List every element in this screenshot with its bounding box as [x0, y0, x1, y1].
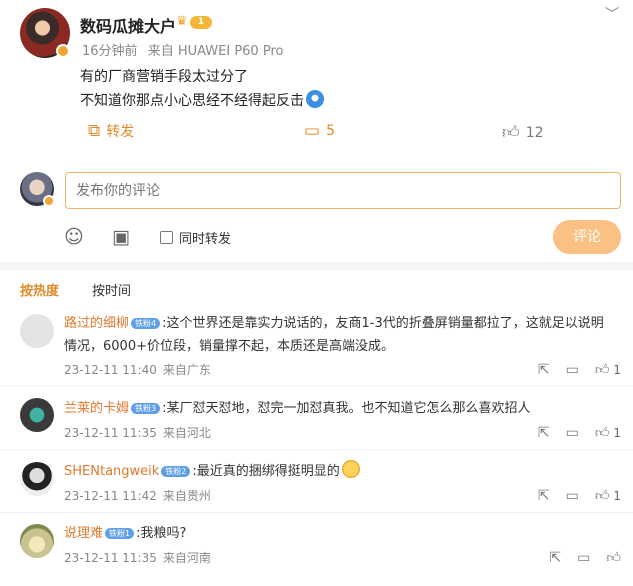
comment-like-count: 1: [613, 489, 621, 503]
comment-like-button[interactable]: 👍︎ 1: [595, 424, 621, 441]
thumbs-up-icon: 👍︎: [606, 550, 621, 566]
fan-tag: 铁粉3: [131, 403, 161, 414]
comment-time: 23-12-11 11:35: [64, 426, 157, 440]
comment-body: :某厂怼天怼地，怼完一加怼真我。也不知道它怎么那么喜欢招人: [162, 401, 531, 416]
commenter-name[interactable]: 说理难: [64, 526, 103, 541]
divider: [0, 449, 633, 450]
comment-meta: 23-12-11 11:40 来自广东: [64, 361, 217, 378]
repost-button[interactable]: ⧉ 转发: [88, 121, 134, 141]
reply-icon[interactable]: ▭: [577, 550, 590, 566]
post-text-line-1: 有的厂商营销手段太过分了: [80, 69, 248, 85]
author-name[interactable]: 数码瓜摊大户: [80, 13, 176, 37]
share-icon[interactable]: ⇱: [538, 488, 550, 504]
verified-badge-icon: [56, 44, 70, 58]
comment-text: 兰莱的卡姆 铁粉3:某厂怼天怼地，怼完一加怼真我。也不知道它怎么那么喜欢招人: [64, 397, 624, 420]
comment-meta: 23-12-11 11:35 来自河南: [64, 549, 217, 566]
verified-badge-icon: [43, 195, 55, 207]
comment-time: 23-12-11 11:40: [64, 363, 157, 377]
comment-like-button[interactable]: 👍︎: [606, 549, 621, 566]
sort-by-hot-tab[interactable]: 按热度: [20, 280, 59, 299]
emoji-icon: [341, 460, 360, 478]
post-time[interactable]: 16分钟前: [82, 44, 138, 59]
also-repost-checkbox[interactable]: 同时转发: [160, 228, 231, 247]
commenter-avatar[interactable]: [20, 524, 54, 558]
comment-body: :最近真的捆绑得挺明显的: [192, 464, 340, 479]
comment-time: 23-12-11 11:35: [64, 551, 157, 565]
sort-by-time-tab[interactable]: 按时间: [92, 280, 131, 299]
image-upload-icon[interactable]: ▣: [112, 226, 130, 248]
comment-body: :我粮吗?: [136, 526, 187, 541]
also-repost-label: 同时转发: [179, 232, 232, 247]
comment-meta: 23-12-11 11:42 来自贵州: [64, 487, 217, 504]
comment-like-button[interactable]: 👍︎ 1: [595, 487, 621, 504]
comment-location: 来自广东: [162, 363, 211, 377]
repost-label: 转发: [106, 124, 135, 140]
commenter-name[interactable]: 路过的细柳: [64, 316, 129, 331]
repost-icon: ⧉: [88, 121, 101, 141]
comment-text-cont: 情况，6000+价位段，销量撑不起，本质还是高端没成。: [64, 339, 394, 354]
emoji-icon: [306, 90, 324, 108]
commenter-avatar[interactable]: [20, 462, 54, 496]
share-icon[interactable]: ⇱: [538, 362, 550, 378]
comment-like-count: 1: [613, 363, 621, 377]
fan-tag: 铁粉4: [131, 318, 161, 329]
share-icon[interactable]: ⇱: [549, 550, 561, 566]
emoji-picker-icon[interactable]: ☺: [64, 226, 84, 248]
share-icon[interactable]: ⇱: [538, 425, 550, 441]
comment-location: 来自河南: [162, 551, 211, 565]
divider: [0, 385, 633, 386]
comment-text: SHENtangweik 铁粉2:最近真的捆绑得挺明显的: [64, 460, 624, 483]
post-source: 来自 HUAWEI P60 Pro: [147, 44, 284, 59]
fan-tag: 铁粉2: [161, 466, 191, 477]
thumbs-up-icon: 👍︎: [502, 123, 520, 143]
commenter-name[interactable]: 兰莱的卡姆: [64, 401, 129, 416]
commenter-avatar[interactable]: [20, 314, 54, 348]
comment-text: 说理难 铁粉1:我粮吗?: [64, 522, 624, 545]
chevron-down-icon[interactable]: ﹀: [605, 4, 619, 24]
reply-icon[interactable]: ▭: [566, 425, 579, 441]
comment-body: :这个世界还是靠实力说话的，友商1-3代的折叠屏销量都拉了，这就足以说明: [162, 316, 604, 331]
reply-icon[interactable]: ▭: [566, 362, 579, 378]
comment-like-button[interactable]: 👍︎ 1: [595, 361, 621, 378]
level-badge: 1: [190, 16, 212, 29]
post-text-line-2-wrap: 不知道你那点小心思经不经得起反击: [80, 90, 324, 110]
divider: [0, 512, 633, 513]
section-divider: [0, 262, 633, 270]
comment-input[interactable]: [65, 172, 621, 209]
comment-like-count: 1: [613, 426, 621, 440]
reply-icon[interactable]: ▭: [566, 488, 579, 504]
post-text-line-2: 不知道你那点小心思经不经得起反击: [80, 93, 304, 109]
like-count: 12: [525, 124, 544, 141]
thumbs-up-icon: 👍︎: [594, 362, 610, 378]
comment-meta: 23-12-11 11:35 来自河北: [64, 424, 217, 441]
like-button[interactable]: 👍︎ 12: [502, 122, 544, 143]
post-meta: 16分钟前 来自 HUAWEI P60 Pro: [82, 40, 289, 59]
comment-location: 来自河北: [162, 426, 211, 440]
thumbs-up-icon: 👍︎: [594, 425, 610, 441]
thumbs-up-icon: 👍︎: [594, 488, 610, 504]
comment-actions: ⇱ ▭ 👍︎ 1: [538, 361, 621, 379]
checkbox-box[interactable]: [160, 231, 173, 244]
comment-icon: ▭: [304, 121, 321, 141]
comment-time: 23-12-11 11:42: [64, 489, 157, 503]
comment-button[interactable]: ▭ 5: [304, 121, 335, 141]
comment-location: 来自贵州: [162, 489, 211, 503]
fan-tag: 铁粉1: [105, 528, 135, 539]
crown-icon: ♛: [176, 14, 188, 29]
commenter-name[interactable]: SHENtangweik: [64, 464, 159, 479]
comment-actions: ⇱ ▭ 👍︎: [549, 549, 621, 567]
comment-count: 5: [326, 123, 335, 139]
comment-actions: ⇱ ▭ 👍︎ 1: [538, 487, 621, 505]
comment-actions: ⇱ ▭ 👍︎ 1: [538, 424, 621, 442]
submit-comment-button[interactable]: 评论: [553, 220, 621, 254]
commenter-avatar[interactable]: [20, 398, 54, 432]
comment-text: 路过的细柳 铁粉4:这个世界还是靠实力说话的，友商1-3代的折叠屏销量都拉了，这就…: [64, 312, 624, 335]
